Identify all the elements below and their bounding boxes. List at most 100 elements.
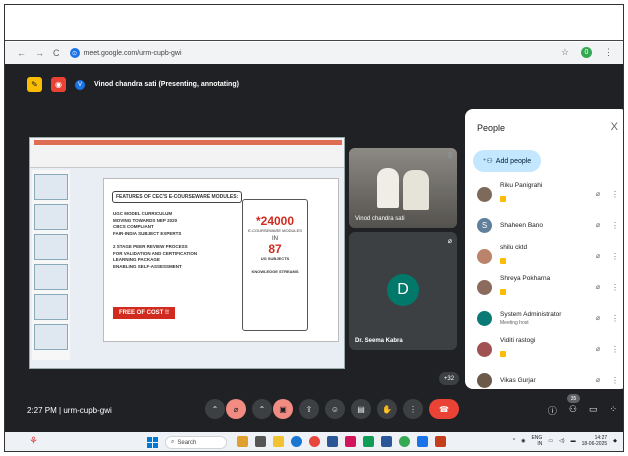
mic-off-icon[interactable]: ⌀ — [588, 345, 608, 353]
forward-icon[interactable]: → — [35, 48, 44, 58]
people-panel: People X ⁺⚇ Add people Riku Panigrahi ⌀ ⋮… — [465, 109, 624, 389]
leave-call-button[interactable]: ☎ — [429, 399, 459, 419]
annotate-icon[interactable]: ✎ — [27, 77, 42, 92]
battery-icon[interactable]: ▬ — [571, 438, 576, 444]
powerpoint-icon[interactable] — [435, 436, 446, 447]
participant-name: Vikas Gurjar — [500, 376, 536, 384]
profile-avatar[interactable]: 0 — [581, 47, 592, 58]
more-options-icon[interactable]: ⋮ — [608, 314, 622, 323]
add-people-label: Add people — [495, 157, 532, 165]
windows-start-icon[interactable] — [147, 437, 158, 448]
screen: ← → C ⊙ meet.google.com/urm-cupb-gwi ☆ 0… — [4, 4, 624, 452]
info-icon[interactable]: ⓘ — [548, 404, 557, 417]
region-label: IN — [537, 441, 543, 447]
app-icon[interactable] — [345, 436, 356, 447]
participant-row[interactable]: Shreya Pokharna ⌀ ⋮ — [477, 272, 623, 302]
stop-presenting-icon[interactable]: ◉ — [51, 77, 66, 92]
participant-name: Viditi rastogi — [500, 336, 536, 344]
bookmark-star-icon[interactable]: ☆ — [561, 47, 569, 58]
app-icon[interactable] — [417, 436, 428, 447]
participant-row[interactable]: Viditi rastogi ⌀ ⋮ — [477, 334, 623, 364]
back-icon[interactable]: ← — [17, 48, 26, 58]
language-indicator[interactable]: ENG IN — [531, 435, 542, 447]
chrome-icon[interactable] — [309, 436, 320, 447]
camera-toggle-button[interactable]: ▣ — [273, 399, 293, 419]
raise-hand-button[interactable]: ✋ — [377, 399, 397, 419]
slide-thumbnail — [34, 264, 68, 290]
edge-icon[interactable] — [291, 436, 302, 447]
reload-icon[interactable]: C — [53, 48, 60, 58]
clock[interactable]: 14:27 18-06-2025 — [582, 435, 608, 447]
more-options-icon[interactable]: ⋮ — [608, 221, 622, 230]
participant-name: Shreya Pokharna — [500, 274, 551, 282]
participant-name: Dr. Seema Kabra — [355, 338, 403, 344]
url-text: meet.google.com/urm-cupb-gwi — [83, 49, 182, 57]
mic-toggle-button[interactable]: ⌀ — [226, 399, 246, 419]
participant-row[interactable]: S Shaheen Bano ⌀ ⋮ — [477, 210, 623, 240]
app-icon[interactable] — [255, 436, 266, 447]
weather-icon[interactable]: ⚘ — [29, 436, 38, 447]
network-icon[interactable]: ▭ — [548, 438, 553, 444]
participant-avatar: D — [387, 274, 419, 306]
file-explorer-icon[interactable] — [273, 436, 284, 447]
mic-off-icon[interactable]: ⌀ — [588, 314, 608, 322]
audio-options-icon[interactable]: ⌃ — [205, 399, 225, 419]
participant-row[interactable]: System Administrator Meeting host ⌀ ⋮ — [477, 303, 623, 333]
browser-menu-icon[interactable]: ⋮ — [604, 47, 613, 58]
more-options-icon[interactable]: ⋮ — [608, 283, 622, 292]
chevron-up-icon[interactable]: ^ — [513, 438, 515, 444]
presenting-bar: ✎ ◉ V Vinod chandra sati (Presenting, an… — [27, 77, 239, 92]
search-icon: ⌕ — [171, 439, 175, 445]
taskbar-search[interactable]: ⌕ Search — [165, 436, 227, 449]
chat-icon[interactable]: ▭ — [589, 404, 598, 417]
participant-role: Meeting host — [500, 319, 529, 326]
site-info-icon[interactable]: ⊙ — [69, 48, 80, 58]
mic-off-icon[interactable]: ⌀ — [588, 252, 608, 260]
meeting-time: 2:27 PM — [27, 406, 57, 415]
notification-icon[interactable]: ◆ — [613, 438, 617, 444]
slide-thumbnail — [34, 324, 68, 350]
url-field[interactable]: ⊙ meet.google.com/urm-cupb-gwi — [69, 48, 182, 58]
participant-tile[interactable]: ⁞⁞ Vinod chandra sati — [349, 148, 457, 228]
more-options-icon[interactable]: ⋮ — [608, 190, 622, 199]
people-scrollbar[interactable] — [623, 249, 624, 339]
participant-row[interactable]: Vikas Gurjar ⌀ ⋮ — [477, 365, 623, 389]
participant-avatar — [477, 341, 492, 357]
call-controls: ⌃ ⌀ ⌃ ▣ ⇪ ☺ ▤ ✋ ⋮ ☎ — [205, 399, 459, 419]
app-icon[interactable] — [327, 436, 338, 447]
participant-tile[interactable]: ⌀ D Dr. Seema Kabra — [349, 232, 457, 350]
captions-button[interactable]: ▤ — [351, 399, 371, 419]
video-options-icon[interactable]: ⌃ — [252, 399, 272, 419]
shared-screen[interactable]: FEATURES OF CEC'S E-COURSEWARE MODULES: … — [29, 137, 345, 369]
participant-name: shilu cktd — [500, 243, 528, 251]
slide-thumbnail — [34, 294, 68, 320]
more-options-icon[interactable]: ⋮ — [608, 252, 622, 261]
mic-off-icon[interactable]: ⌀ — [588, 221, 608, 229]
blank-header — [5, 5, 623, 41]
emoji-button[interactable]: ☺ — [325, 399, 345, 419]
people-icon[interactable]: ⚇ — [569, 404, 577, 417]
mic-off-icon[interactable]: ⌀ — [588, 190, 608, 198]
volume-icon[interactable]: ◁) — [559, 438, 565, 444]
more-participants-badge[interactable]: +32 — [439, 372, 459, 385]
app-icon[interactable] — [363, 436, 374, 447]
meeting-info: 2:27 PM | urm-cupb-gwi — [27, 406, 112, 415]
add-people-button[interactable]: ⁺⚇ Add people — [473, 150, 541, 172]
more-options-button[interactable]: ⋮ — [403, 399, 423, 419]
present-button[interactable]: ⇪ — [299, 399, 319, 419]
participant-row[interactable]: Riku Panigrahi ⌀ ⋮ — [477, 179, 623, 209]
activities-icon[interactable]: ⁘ — [609, 404, 617, 417]
more-options-icon[interactable]: ⋮ — [608, 376, 622, 385]
meet-icon[interactable] — [399, 436, 410, 447]
mic-off-icon[interactable]: ⌀ — [588, 283, 608, 291]
current-slide: FEATURES OF CEC'S E-COURSEWARE MODULES: … — [103, 178, 339, 342]
participant-avatar — [477, 310, 492, 326]
word-icon[interactable] — [381, 436, 392, 447]
more-options-icon[interactable]: ⋮ — [608, 345, 622, 354]
mic-off-icon[interactable]: ⌀ — [588, 376, 608, 384]
meet-stage: ✎ ◉ V Vinod chandra sati (Presenting, an… — [5, 64, 623, 432]
participant-row[interactable]: shilu cktd ⌀ ⋮ — [477, 241, 623, 271]
speaking-icon: ⁞⁞ — [448, 153, 452, 160]
close-icon[interactable]: X — [611, 121, 618, 133]
app-icon[interactable] — [237, 436, 248, 447]
